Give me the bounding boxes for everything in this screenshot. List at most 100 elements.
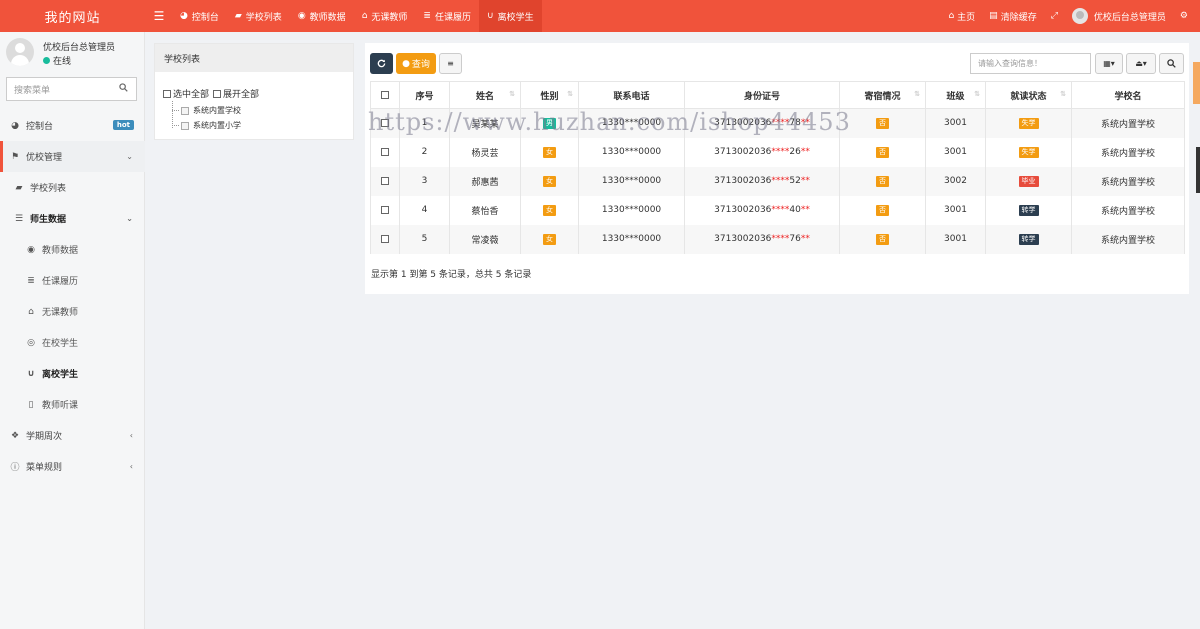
menu-toggle-icon[interactable]: ☰ xyxy=(148,0,170,32)
side-float-tab[interactable] xyxy=(1193,62,1200,104)
table-row[interactable]: 2 杨灵芸 女 1330***0000 3713002036****26** 否… xyxy=(370,137,1185,167)
avatar xyxy=(6,38,34,66)
tree-panel-title: 学校列表 xyxy=(155,44,353,72)
sidebar-item-free-teachers[interactable]: ⌂ 无课教师 xyxy=(0,296,145,327)
col-header[interactable]: 身份证号 xyxy=(684,81,840,109)
export-button[interactable]: ⏏▾ xyxy=(1126,53,1156,74)
row-checkbox[interactable] xyxy=(381,176,389,185)
query-button[interactable]: ● 查询 xyxy=(396,53,436,74)
row-checkbox[interactable] xyxy=(381,147,389,156)
user-menu[interactable]: 优校后台总管理员 xyxy=(1065,0,1173,32)
tree-node-checkbox[interactable] xyxy=(181,106,189,115)
home-link[interactable]: ⌂ 主页 xyxy=(941,0,982,32)
column-toggle-button[interactable]: ▦▾ xyxy=(1095,53,1123,74)
col-header[interactable]: 序号 xyxy=(399,81,450,109)
fullscreen-icon: ⤢ xyxy=(1050,11,1058,21)
toggle-search-button[interactable]: ≡ xyxy=(439,53,462,74)
sidebar-item-school-list[interactable]: ▰ 学校列表 xyxy=(0,172,145,203)
col-header[interactable]: 寄宿情况 ⇅ xyxy=(839,81,926,109)
row-select-cell[interactable] xyxy=(370,166,400,196)
col-header[interactable]: 性别 ⇅ xyxy=(520,81,579,109)
header-checkbox[interactable] xyxy=(381,90,389,99)
col-header[interactable]: 班级 ⇅ xyxy=(925,81,986,109)
col-header[interactable]: 学校名 xyxy=(1071,81,1185,109)
tab-left-students[interactable]: ∪ 离校学生 xyxy=(478,0,542,32)
select-all-column[interactable] xyxy=(370,81,400,109)
col-header[interactable]: 联系电话 xyxy=(578,81,685,109)
sidebar-item-menu-rules[interactable]: ⓘ 菜单规则 ‹ xyxy=(0,451,145,482)
table-row[interactable]: 3 郝惠茜 女 1330***0000 3713002036****52** 否… xyxy=(370,166,1185,196)
row-select-cell[interactable] xyxy=(370,195,400,225)
gender-badge: 女 xyxy=(543,175,556,187)
students-table: 序号 姓名 ⇅ 性别 ⇅ 联系电话 身份证号 寄宿情况 ⇅ 班级 ⇅ 就读状态 ⇅ 学校名… xyxy=(370,81,1185,254)
select-all-checkbox[interactable] xyxy=(163,89,171,98)
cell-school: 系统内置学校 xyxy=(1071,195,1185,225)
search-icon xyxy=(119,83,128,92)
cell-no: 4 xyxy=(399,195,450,225)
col-header[interactable]: 姓名 ⇅ xyxy=(449,81,521,109)
fullscreen-button[interactable]: ⤢ xyxy=(1044,0,1065,32)
row-select-cell[interactable] xyxy=(370,137,400,167)
tab-dashboard[interactable]: ◕ 控制台 xyxy=(172,0,227,32)
table-row[interactable]: 1 吴某某 男 1330***0000 3713002036****78** 否… xyxy=(370,108,1185,138)
cell-status: 失学 xyxy=(985,108,1072,138)
search-button[interactable] xyxy=(1159,53,1184,74)
table-row[interactable]: 5 常凌薇 女 1330***0000 3713002036****76** 否… xyxy=(370,224,1185,254)
sidebar-item-teaching-history[interactable]: ≣ 任课履历 xyxy=(0,265,145,296)
sidebar-item-enrolled-students[interactable]: ◎ 在校学生 xyxy=(0,327,145,358)
pin-icon: ● xyxy=(402,58,410,69)
cell-no: 5 xyxy=(399,224,450,254)
sidebar-item-lesson-observation[interactable]: ▯ 教师听课 xyxy=(0,389,145,420)
cell-boarding: 否 xyxy=(839,195,926,225)
cell-gender: 男 xyxy=(520,108,579,138)
brand-logo[interactable]: 我的网站 xyxy=(0,0,145,32)
refresh-icon xyxy=(377,59,386,68)
sidebar-item-left-students[interactable]: ∪ 离校学生 xyxy=(0,358,145,389)
cell-class: 3001 xyxy=(925,224,986,254)
table-body: 1 吴某某 男 1330***0000 3713002036****78** 否… xyxy=(370,108,1185,254)
cell-no: 1 xyxy=(399,108,450,138)
cell-name: 常凌薇 xyxy=(449,224,521,254)
sidebar-item-staff-student-data[interactable]: ☰ 师生数据 ⌄ xyxy=(0,203,145,234)
side-float-tab[interactable] xyxy=(1196,147,1200,193)
cell-class: 3002 xyxy=(925,166,986,196)
menu-search-input[interactable]: 搜索菜单 xyxy=(6,77,137,101)
sidebar-item-semester-weeks[interactable]: ❖ 学期周次 ‹ xyxy=(0,420,145,451)
sort-icon: ⇅ xyxy=(567,90,573,98)
settings-button[interactable]: ⚙ xyxy=(1173,0,1200,32)
tree-node[interactable]: 系统内置小学 xyxy=(181,120,241,131)
tree-node[interactable]: 系统内置学校 xyxy=(181,105,241,116)
cell-id: 3713002036****78** xyxy=(684,108,840,138)
tab-school-list[interactable]: ▰ 学校列表 xyxy=(227,0,290,32)
status-badge: 失学 xyxy=(1018,146,1039,158)
expand-all-checkbox[interactable] xyxy=(213,89,222,98)
cell-phone: 1330***0000 xyxy=(578,195,685,225)
table-row[interactable]: 4 蔡怡香 女 1330***0000 3713002036****40** 否… xyxy=(370,195,1185,225)
sidebar: 优校后台总管理员 在线 搜索菜单 ◕ 控制台 hot ⚑ 优校管理 ⌄ ▰ 学校列表 ☰ 师… xyxy=(0,32,145,629)
row-checkbox[interactable] xyxy=(381,205,389,214)
refresh-button[interactable] xyxy=(370,53,393,74)
boarding-badge: 否 xyxy=(876,175,889,187)
sidebar-item-teacher-data[interactable]: ◉ 教师数据 xyxy=(0,234,145,265)
sidebar-item-dashboard[interactable]: ◕ 控制台 hot xyxy=(0,110,145,141)
gender-badge: 女 xyxy=(543,204,556,216)
tab-teacher-data[interactable]: ◉ 教师数据 xyxy=(290,0,354,32)
col-header[interactable]: 就读状态 ⇅ xyxy=(985,81,1072,109)
row-checkbox[interactable] xyxy=(381,234,389,243)
table-search-input[interactable]: 请输入查询信息！ xyxy=(970,53,1091,74)
tree-connector xyxy=(172,101,173,128)
clear-cache-button[interactable]: ▤ 清除缓存 xyxy=(982,0,1044,32)
tab-free-teachers[interactable]: ⌂ 无课教师 xyxy=(354,0,416,32)
online-dot-icon xyxy=(43,57,50,64)
avatar xyxy=(1071,8,1088,24)
sidebar-item-school-management[interactable]: ⚑ 优校管理 ⌄ xyxy=(0,141,145,172)
user-export-icon: ⏏▾ xyxy=(1135,59,1147,68)
row-checkbox[interactable] xyxy=(381,118,389,127)
tree-node-checkbox[interactable] xyxy=(181,121,189,130)
cell-phone: 1330***0000 xyxy=(578,224,685,254)
book-icon: ▰ xyxy=(234,11,242,21)
cell-name: 蔡怡香 xyxy=(449,195,521,225)
tab-teaching-history[interactable]: ≣ 任课履历 xyxy=(415,0,479,32)
row-select-cell[interactable] xyxy=(370,224,400,254)
row-select-cell[interactable] xyxy=(370,108,400,138)
